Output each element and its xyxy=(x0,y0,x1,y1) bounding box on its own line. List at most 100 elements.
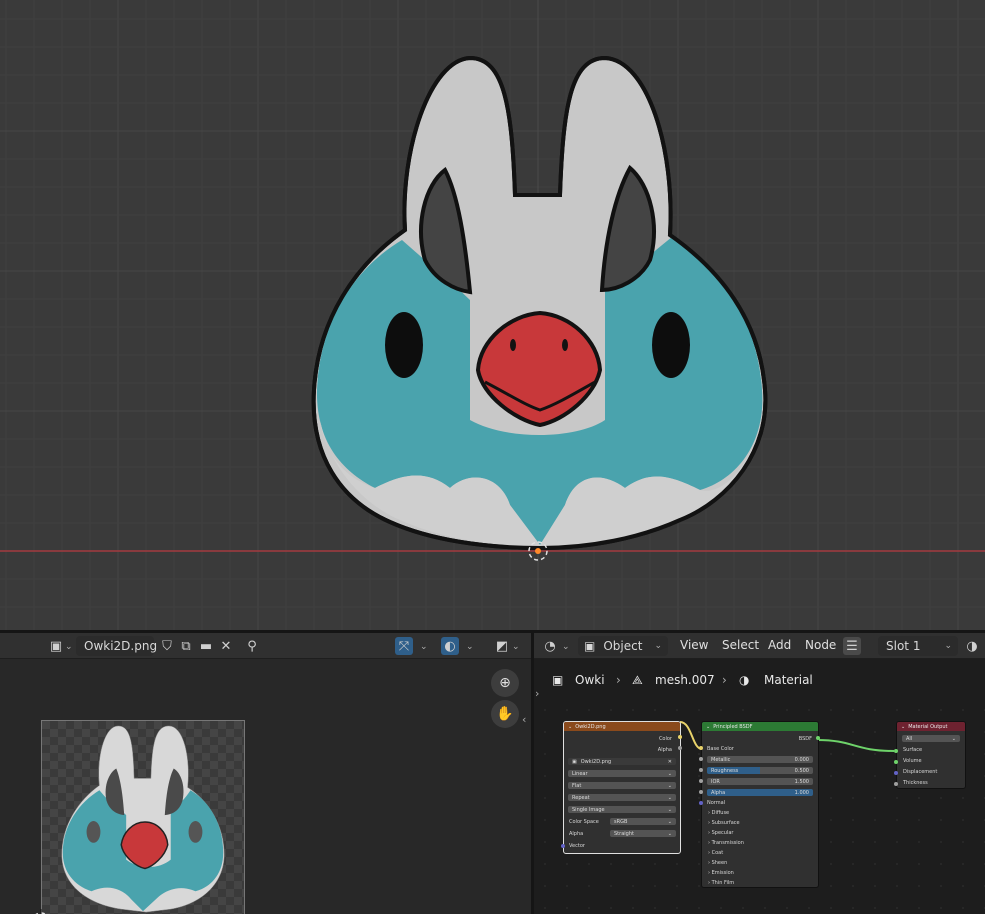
collapse-chevron-icon[interactable]: ⌄ xyxy=(568,724,572,730)
material-output-node[interactable]: ⌄ Material Output All ⌄ Surface Volume Di… xyxy=(896,721,966,789)
collapse-chevron-icon[interactable]: ⌄ xyxy=(901,724,905,730)
output-target-dropdown[interactable]: All ⌄ xyxy=(902,735,960,742)
source-dropdown[interactable]: Single Image ⌄ xyxy=(568,806,676,813)
bsdf-panel-diffuse[interactable]: › Diffuse xyxy=(708,810,729,816)
shader-node-editor[interactable]: ◔ ⌄ ▣ Object ⌄ View Select Add Node ☰ Sl… xyxy=(534,633,985,914)
socket-base-color-in[interactable] xyxy=(699,746,703,750)
slot-label: Slot 1 xyxy=(886,639,921,653)
breadcrumb-mesh: mesh.007 xyxy=(655,673,715,687)
bsdf-panel-transmission[interactable]: › Transmission xyxy=(708,840,744,846)
chevron-down-icon[interactable]: ⌄ xyxy=(466,642,474,652)
chevron-down-icon: ⌄ xyxy=(654,641,662,651)
image-browse-icon[interactable]: ▣ xyxy=(47,637,65,655)
output-color-label: Color xyxy=(658,736,672,742)
3d-viewport[interactable] xyxy=(0,0,985,630)
displacement-label: Displacement xyxy=(903,769,938,775)
image-editor-canvas[interactable]: ⊕ ✋ ‹ xyxy=(0,660,531,914)
socket-alpha-out[interactable] xyxy=(678,746,682,750)
close-icon[interactable]: ✕ xyxy=(217,637,235,655)
bsdf-panel-label: Subsurface xyxy=(711,820,740,826)
duplicate-icon[interactable]: ⧉ xyxy=(177,637,195,655)
bsdf-panel-emission[interactable]: › Emission xyxy=(708,870,734,876)
bsdf-panel-sheen[interactable]: › Sheen xyxy=(708,860,727,866)
editor-type-icon[interactable]: ◔ xyxy=(541,637,559,655)
display-channels-icon[interactable]: ◩ xyxy=(493,637,511,655)
menu-select[interactable]: Select xyxy=(722,638,759,652)
socket-ior-in[interactable] xyxy=(699,779,703,783)
chevron-down-icon[interactable]: ⌄ xyxy=(562,642,570,652)
principled-bsdf-title: Principled BSDF xyxy=(713,723,753,730)
image-texture-node-header[interactable]: ⌄ Owki2D.png xyxy=(564,722,680,731)
socket-surface-in[interactable] xyxy=(894,749,898,753)
metallic-field[interactable]: Metallic 0.000 xyxy=(707,756,813,763)
collapse-chevron-icon[interactable]: ⌄ xyxy=(706,724,710,730)
slot-dropdown[interactable]: Slot 1 ⌄ xyxy=(878,636,958,656)
image-browse-icon[interactable]: ▣ xyxy=(572,759,577,765)
pin-icon[interactable]: ⚲ xyxy=(243,637,261,655)
interpolation-dropdown[interactable]: Linear ⌄ xyxy=(568,770,676,777)
chevron-down-icon[interactable]: ⌄ xyxy=(65,642,73,652)
folder-icon[interactable]: ▬ xyxy=(197,637,215,655)
2d-cursor-icon[interactable] xyxy=(28,909,56,914)
alpha-value: 1.000 xyxy=(794,789,809,796)
material-sphere-icon[interactable]: ◑ xyxy=(963,637,981,655)
hamburger-menu-icon[interactable]: ☰ xyxy=(843,637,861,655)
output-target-value: All xyxy=(906,735,913,742)
material-output-title: Material Output xyxy=(908,723,948,730)
socket-roughness-in[interactable] xyxy=(699,768,703,772)
metallic-label: Metallic xyxy=(711,756,731,763)
socket-normal-in[interactable] xyxy=(699,801,703,805)
fake-user-shield-icon[interactable]: ⛉ xyxy=(158,637,176,655)
bsdf-panel-label: Coat xyxy=(711,850,724,856)
image-name-field[interactable]: Owki2D.png xyxy=(76,636,157,656)
close-icon[interactable]: ✕ xyxy=(668,759,672,765)
menu-add[interactable]: Add xyxy=(768,638,791,652)
ior-field[interactable]: IOR 1.500 xyxy=(707,778,813,785)
bsdf-panel-specular[interactable]: › Specular xyxy=(708,830,733,836)
principled-bsdf-node[interactable]: ⌄ Principled BSDF BSDF Base Color Metall… xyxy=(701,721,819,888)
image-editor[interactable]: ▣ ⌄ Owki2D.png ⛉ ⧉ ▬ ✕ ⚲ ⤧ ⌄ ◐ ⌄ ◩ ⌄ ⊕ ✋… xyxy=(0,633,531,914)
uv-sync-icon[interactable]: ⤧ xyxy=(395,637,413,655)
shader-type-dropdown[interactable]: ▣ Object ⌄ xyxy=(578,636,668,656)
bsdf-panel-coat[interactable]: › Coat xyxy=(708,850,723,856)
bsdf-panel-subsurface[interactable]: › Subsurface xyxy=(708,820,740,826)
socket-alpha-in[interactable] xyxy=(699,790,703,794)
chevron-down-icon[interactable]: ⌄ xyxy=(420,642,428,652)
zoom-icon[interactable]: ⊕ xyxy=(491,669,519,697)
principled-bsdf-header[interactable]: ⌄ Principled BSDF xyxy=(702,722,818,731)
uv-image-preview[interactable] xyxy=(41,720,245,914)
image-texture-node[interactable]: ⌄ Owki2D.png Color Alpha ▣ Owki2D.png ✕ … xyxy=(563,721,681,854)
socket-volume-in[interactable] xyxy=(894,760,898,764)
bsdf-panel-thin-film[interactable]: › Thin Film xyxy=(708,880,734,886)
menu-view[interactable]: View xyxy=(680,638,708,652)
projection-dropdown[interactable]: Flat ⌄ xyxy=(568,782,676,789)
material-output-header[interactable]: ⌄ Material Output xyxy=(897,722,965,731)
roughness-field[interactable]: Roughness 0.500 xyxy=(707,767,813,774)
alpha-label: Alpha xyxy=(711,789,726,796)
material-icon: ◑ xyxy=(739,673,750,687)
chevron-down-icon[interactable]: ⌄ xyxy=(512,642,520,652)
socket-metallic-in[interactable] xyxy=(699,757,703,761)
socket-bsdf-out[interactable] xyxy=(816,736,820,740)
extension-dropdown[interactable]: Repeat ⌄ xyxy=(568,794,676,801)
overlay-icon[interactable]: ◐ xyxy=(441,637,459,655)
socket-vector-in[interactable] xyxy=(561,844,565,848)
alpha-mode-dropdown[interactable]: Straight ⌄ xyxy=(610,830,676,837)
bsdf-panel-label: Sheen xyxy=(711,860,728,866)
volume-label: Volume xyxy=(903,758,922,764)
image-picker-field[interactable]: ▣ Owki2D.png ✕ xyxy=(568,758,676,765)
sidebar-toggle-chevron-icon[interactable]: ‹ xyxy=(522,713,526,726)
menu-node[interactable]: Node xyxy=(805,638,836,652)
thickness-label: Thickness xyxy=(903,780,928,786)
socket-displacement-in[interactable] xyxy=(894,771,898,775)
owki-character[interactable] xyxy=(0,0,985,630)
hand-pan-icon[interactable]: ✋ xyxy=(491,700,519,728)
alpha-field[interactable]: Alpha 1.000 xyxy=(707,789,813,796)
socket-thickness-in[interactable] xyxy=(894,782,898,786)
node-editor-header: ◔ ⌄ ▣ Object ⌄ View Select Add Node ☰ Sl… xyxy=(534,633,985,659)
metallic-value: 0.000 xyxy=(794,756,809,763)
node-canvas[interactable]: › ⌄ Owki2D.png Color Alpha ▣ Owki2D.png … xyxy=(534,687,985,914)
socket-color-out[interactable] xyxy=(678,735,682,739)
chevron-down-icon: ⌄ xyxy=(667,806,672,813)
color-space-dropdown[interactable]: sRGB ⌄ xyxy=(610,818,676,825)
